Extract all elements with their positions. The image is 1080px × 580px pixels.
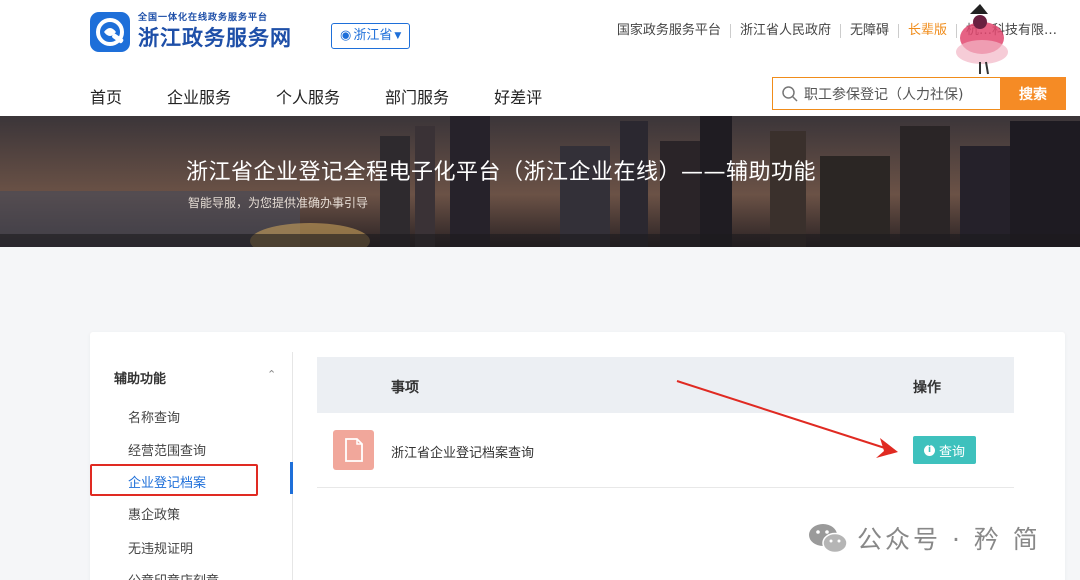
location-pin-icon: ◉ xyxy=(340,28,352,43)
column-header-item: 事项 xyxy=(391,380,419,396)
logo-subtitle: 全国一体化在线政务服务平台 xyxy=(138,12,269,23)
sidebar-item-policy[interactable]: 惠企政策 xyxy=(128,504,180,523)
wechat-icon xyxy=(809,524,848,554)
banner-title: 浙江省企业登记全程电子化平台（浙江企业在线）——辅助功能 xyxy=(186,160,817,185)
nav-personal[interactable]: 个人服务 xyxy=(276,84,340,108)
nav-home[interactable]: 首页 xyxy=(90,84,122,108)
table-header: 事项 操作 xyxy=(317,357,1014,413)
region-label: 浙江省 xyxy=(353,28,393,43)
main-nav: 首页 企业服务 个人服务 部门服务 好差评 xyxy=(90,84,587,108)
site-logo[interactable]: 全国一体化在线政务服务平台 浙江政务服务网 xyxy=(90,12,292,52)
query-button-label: 查询 xyxy=(938,444,965,460)
nav-department[interactable]: 部门服务 xyxy=(385,84,449,108)
sidebar-item-no-violation[interactable]: 无违规证明 xyxy=(128,538,193,557)
highlight-box xyxy=(90,464,258,496)
region-selector[interactable]: ◉ 浙江省 ▼ xyxy=(331,23,411,49)
sidebar-item-seal-shop[interactable]: 公章印章店刻章 xyxy=(128,570,219,580)
sidebar: 辅助功能 ⌃ 名称查询 经营范围查询 企业登记档案 惠企政策 无违规证明 公章印… xyxy=(90,352,293,580)
sidebar-item-name-query[interactable]: 名称查询 xyxy=(128,407,180,426)
active-indicator xyxy=(290,462,293,494)
top-link-accessibility[interactable]: 无障碍 xyxy=(839,24,898,38)
search-placeholder: 职工参保登记（人力社保) xyxy=(804,86,964,103)
service-table: 事项 操作 浙江省企业登记档案查询 i 查询 xyxy=(317,357,1014,488)
banner-subtitle: 智能导服，为您提供准确办事引导 xyxy=(188,196,369,210)
watermark-text: 公众号 · 矜 简 xyxy=(857,525,1041,554)
row-service-name[interactable]: 浙江省企业登记档案查询 xyxy=(391,442,534,461)
sidebar-heading[interactable]: 辅助功能 xyxy=(114,368,166,387)
caret-down-icon: ▼ xyxy=(394,31,402,41)
column-header-action: 操作 xyxy=(913,380,941,396)
nav-enterprise[interactable]: 企业服务 xyxy=(167,84,231,108)
search-icon xyxy=(782,85,798,102)
page-banner: 浙江省企业登记全程电子化平台（浙江企业在线）——辅助功能 智能导服，为您提供准确… xyxy=(0,116,1080,247)
logo-title: 浙江政务服务网 xyxy=(138,24,292,50)
info-icon: i xyxy=(923,444,935,456)
nav-rating[interactable]: 好差评 xyxy=(494,84,542,108)
search-button[interactable]: 搜索 xyxy=(1000,77,1066,110)
sidebar-item-scope-query[interactable]: 经营范围查询 xyxy=(128,440,206,459)
decorative-doll-sticker xyxy=(956,4,1008,75)
table-row: 浙江省企业登记档案查询 i 查询 xyxy=(317,413,1014,488)
document-icon xyxy=(333,430,374,470)
site-header: 全国一体化在线政务服务平台 浙江政务服务网 ◉ 浙江省 ▼ 国家政务服务平台 浙… xyxy=(0,0,1080,116)
top-link-elder-mode[interactable]: 长辈版 xyxy=(897,24,956,38)
query-button[interactable]: i 查询 xyxy=(913,436,976,464)
chevron-up-icon[interactable]: ⌃ xyxy=(267,368,276,381)
top-link-province-gov[interactable]: 浙江省人民政府 xyxy=(729,24,840,38)
top-link-national[interactable]: 国家政务服务平台 xyxy=(608,24,730,38)
search-input[interactable]: 职工参保登记（人力社保) xyxy=(772,77,1000,110)
logo-icon xyxy=(90,12,130,52)
search-bar: 职工参保登记（人力社保) 搜索 xyxy=(772,77,1066,110)
watermark: 公众号 · 矜 简 xyxy=(807,520,1041,556)
